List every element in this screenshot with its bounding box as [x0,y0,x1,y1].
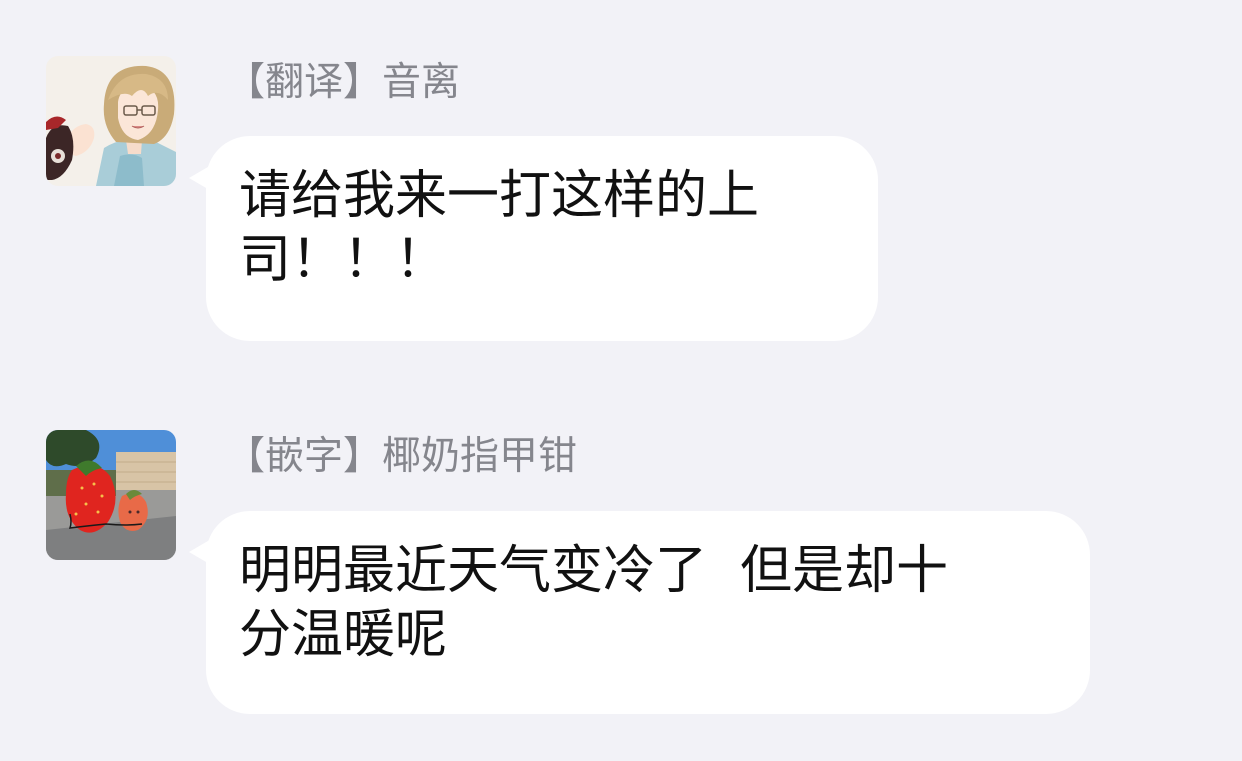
message-line: 明明最近天气变冷了 但是却十 [239,541,949,601]
avatar[interactable] [46,430,176,560]
chat-message: 【嵌字】椰奶指甲钳 明明最近天气变冷了 但是却十 分温暖呢 [0,0,1242,761]
sender-name[interactable]: 【嵌字】椰奶指甲钳 [226,432,577,482]
message-line: 分温暖呢 [239,605,448,665]
strawberry-photo-avatar-icon [46,430,176,560]
message-bubble[interactable]: 明明最近天气变冷了 但是却十 分温暖呢 [206,511,1090,714]
